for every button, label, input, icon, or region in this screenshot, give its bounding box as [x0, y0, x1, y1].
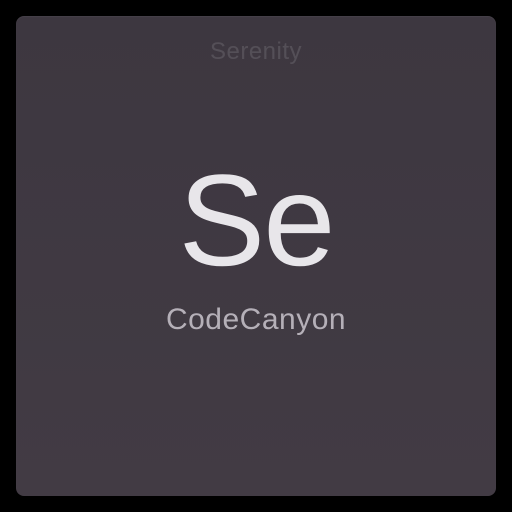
- tile-subtitle: CodeCanyon: [166, 303, 346, 337]
- app-tile[interactable]: Serenity Se CodeCanyon: [16, 16, 496, 496]
- tile-content: Se CodeCanyon: [166, 155, 346, 337]
- element-symbol: Se: [178, 155, 333, 285]
- tile-header: Serenity: [210, 38, 302, 66]
